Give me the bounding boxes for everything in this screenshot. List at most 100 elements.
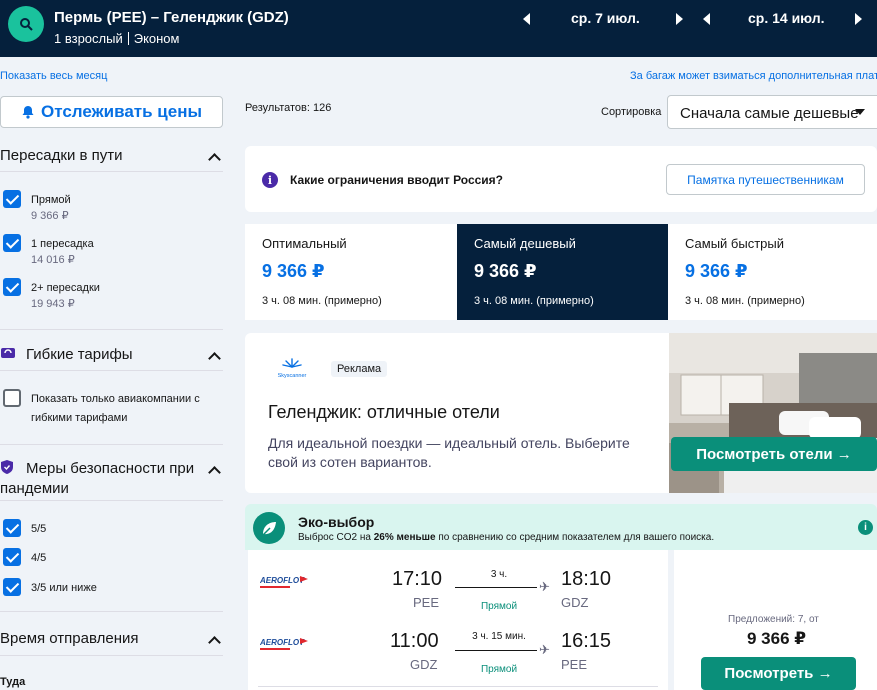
divider <box>0 444 223 445</box>
departure-outbound-label: Туда <box>0 676 26 688</box>
tab-fastest[interactable]: Самый быстрый 9 366 ₽ 3 ч. 08 мин. (прим… <box>668 224 877 320</box>
skyscanner-logo-text: Skyscanner <box>278 373 307 379</box>
info-icon[interactable]: i <box>858 520 873 535</box>
leg2-arrival-time: 16:15 <box>561 630 612 652</box>
chevron-up-icon[interactable] <box>208 352 221 365</box>
safety-4-checkbox[interactable] <box>3 548 21 566</box>
stops-one-label: 1 пересадка <box>31 238 94 250</box>
stops-two-plus-checkbox[interactable] <box>3 278 21 296</box>
stops-one-checkbox[interactable] <box>3 234 21 252</box>
safety-3-checkbox[interactable] <box>3 578 21 596</box>
prev-depart-date-icon[interactable] <box>523 13 530 25</box>
leg2-stops: Прямой <box>480 664 518 675</box>
traveler-memo-button[interactable]: Памятка путешественникам <box>666 164 865 195</box>
leg1-stops: Прямой <box>480 601 518 612</box>
flex-only-label-1: Показать только авиакомпании с <box>31 393 200 405</box>
stops-two-plus-label: 2+ пересадки <box>31 282 100 294</box>
stops-one-price: 14 016 ₽ <box>31 254 75 266</box>
leaf-icon <box>253 512 285 544</box>
divider <box>0 171 223 172</box>
leg2-route-line <box>455 650 537 651</box>
leg2-departure-time: 11:00 <box>390 630 439 652</box>
passengers-label: 1 взрослый <box>54 31 123 46</box>
flex-only-label-2: гибкими тарифами <box>31 412 128 424</box>
safety-4-label: 4/5 <box>31 552 47 564</box>
info-icon: i <box>262 172 278 188</box>
stops-two-plus-price: 19 943 ₽ <box>31 298 75 310</box>
departure-time-title[interactable]: Время отправления <box>0 630 139 647</box>
tab-best-price: 9 366 ₽ <box>262 261 325 281</box>
view-flight-button[interactable]: Посмотреть → <box>701 657 856 690</box>
eco-title: Эко-выбор <box>298 514 375 530</box>
leg1-arrival-time: 18:10 <box>561 568 612 590</box>
prev-return-date-icon[interactable] <box>703 13 710 25</box>
divider <box>0 655 223 656</box>
search-button[interactable] <box>8 6 44 42</box>
tab-best-duration: 3 ч. 08 мин. (примерно) <box>262 295 382 307</box>
tab-fastest-duration: 3 ч. 08 мин. (примерно) <box>685 295 805 307</box>
tab-fastest-price: 9 366 ₽ <box>685 261 748 281</box>
divider <box>0 329 223 330</box>
safety-3-label: 3/5 или ниже <box>31 582 97 594</box>
safety-5-checkbox[interactable] <box>3 519 21 537</box>
track-prices-button[interactable]: Отслеживать цены <box>0 96 223 128</box>
leg1-duration: 3 ч. <box>490 569 508 580</box>
card-separator <box>668 550 674 690</box>
aeroflot-logo: AEROFLOT <box>260 576 308 588</box>
baggage-note-link[interactable]: За багаж может взиматься дополнительная … <box>630 70 877 82</box>
ad-badge: Реклама <box>331 361 388 377</box>
view-hotels-button[interactable]: Посмотреть отели → <box>671 437 877 471</box>
next-depart-date-icon[interactable] <box>676 13 683 25</box>
tab-cheapest-name: Самый дешевый <box>474 236 576 251</box>
tab-best-name: Оптимальный <box>262 236 347 251</box>
safety-filter-title-1[interactable]: Меры безопасности при <box>26 460 194 477</box>
skyscanner-logo: Skyscanner <box>278 358 307 379</box>
leg1-departure-airport: PEE <box>413 595 440 610</box>
next-return-date-icon[interactable] <box>855 13 862 25</box>
chevron-up-icon[interactable] <box>208 466 221 479</box>
stops-direct-checkbox[interactable] <box>3 190 21 208</box>
cabin-label: Эконом <box>133 31 180 46</box>
tab-cheapest[interactable]: Самый дешевый 9 366 ₽ 3 ч. 08 мин. (прим… <box>457 224 668 320</box>
eco-subtitle-bold: 26% меньше <box>373 532 436 543</box>
leg2-duration: 3 ч. 15 мин. <box>472 631 526 642</box>
restrictions-question: Какие ограничения вводит Россия? <box>290 173 503 187</box>
flex-only-checkbox[interactable] <box>3 389 21 407</box>
offers-count: Предложений: 7, от <box>728 614 819 625</box>
eco-subtitle-pre: Выброс CO2 на <box>298 532 374 543</box>
offer-price: 9 366 ₽ <box>747 629 807 648</box>
tab-fastest-name: Самый быстрый <box>685 236 784 251</box>
bell-icon <box>22 106 34 119</box>
tab-best[interactable]: Оптимальный 9 366 ₽ 3 ч. 08 мин. (пример… <box>245 224 457 320</box>
ad-text-2: свой из сотен вариантов. <box>268 454 432 470</box>
leg1-route-line <box>455 587 537 588</box>
show-month-link[interactable]: Показать весь месяц <box>0 70 107 82</box>
return-date[interactable]: ср. 14 июл. <box>748 10 825 30</box>
search-icon <box>20 18 33 31</box>
leg1-departure-time: 17:10 <box>392 568 443 590</box>
ad-text-1: Для идеальной поездки — идеальный отель.… <box>268 435 630 451</box>
track-prices-label: Отслеживать цены <box>41 102 202 121</box>
divider <box>258 686 658 687</box>
plane-icon: ✈ <box>539 642 550 657</box>
divider <box>0 611 223 612</box>
tab-cheapest-price: 9 366 ₽ <box>474 261 537 281</box>
stops-filter-title[interactable]: Пересадки в пути <box>0 147 123 164</box>
depart-date[interactable]: ср. 7 июл. <box>571 10 640 30</box>
sort-label: Сортировка <box>601 106 662 118</box>
route-title[interactable]: Пермь (PEE) – Геленджик (GDZ) <box>54 9 289 26</box>
search-header: Пермь (PEE) – Геленджик (GDZ) 1 взрослый… <box>0 0 877 57</box>
sort-select[interactable]: Сначала самые дешевые <box>667 95 877 129</box>
stops-direct-price: 9 366 ₽ <box>31 210 69 222</box>
eco-subtitle: Выброс CO2 на 26% меньше по сравнению со… <box>298 532 714 543</box>
safety-filter-title-2[interactable]: пандемии <box>0 480 69 497</box>
chevron-up-icon[interactable] <box>208 636 221 649</box>
plane-icon: ✈ <box>539 579 550 594</box>
chevron-up-icon[interactable] <box>208 153 221 166</box>
airline-name: AEROFLOT <box>260 638 305 647</box>
flex-filter-title[interactable]: Гибкие тарифы <box>26 346 133 363</box>
ad-title: Геленджик: отличные отели <box>268 402 500 422</box>
leg1-arrival-airport: GDZ <box>561 595 589 610</box>
passenger-summary[interactable]: 1 взрослый Эконом <box>54 31 179 46</box>
tab-cheapest-duration: 3 ч. 08 мин. (примерно) <box>474 295 594 307</box>
